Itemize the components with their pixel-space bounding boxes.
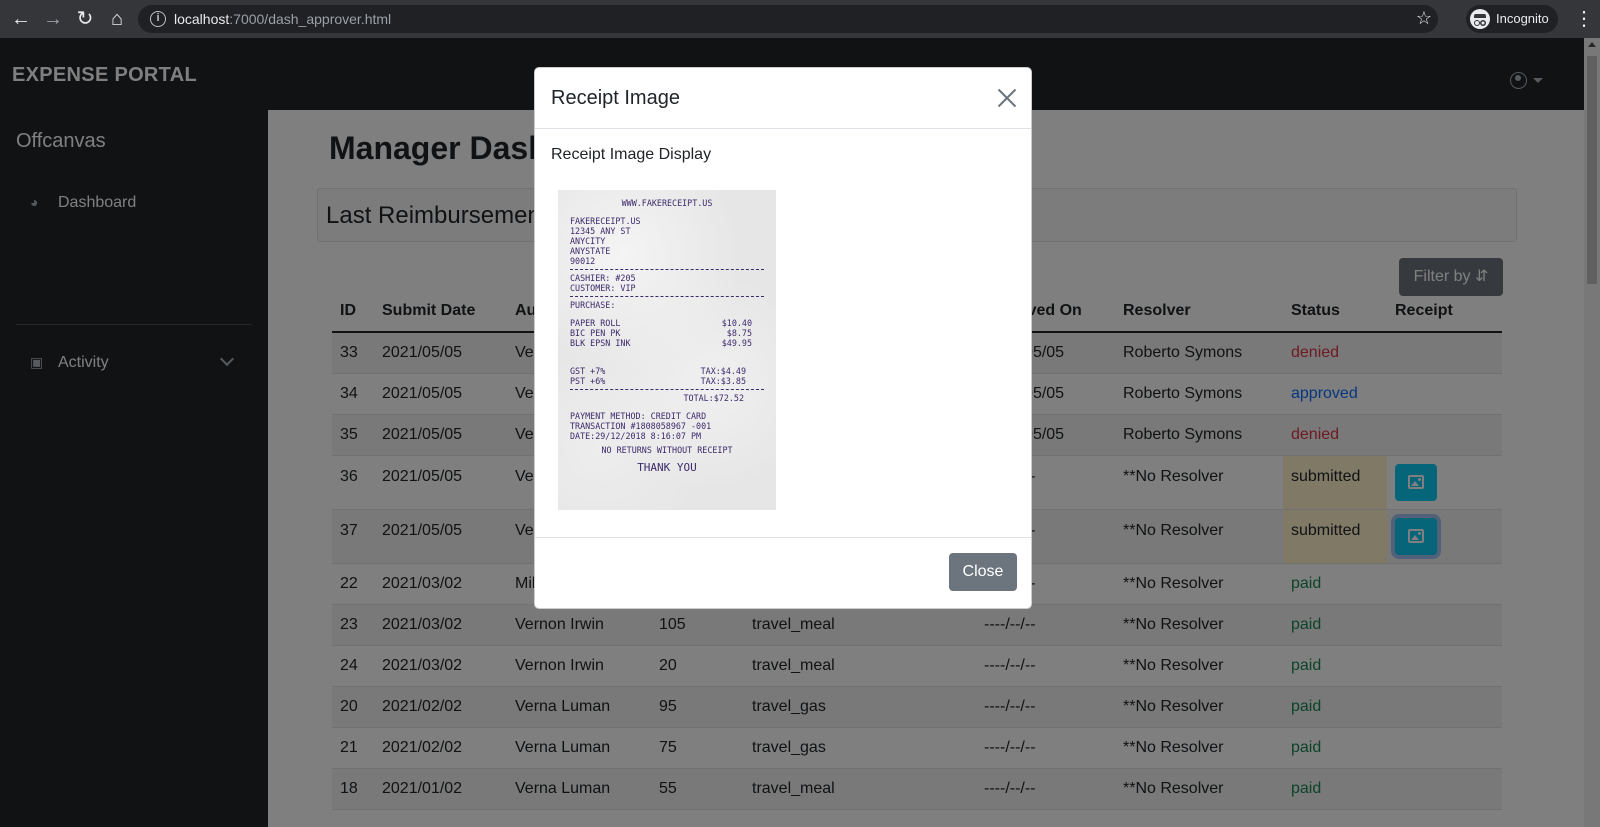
receipt-purchase-label: PURCHASE:	[570, 300, 616, 310]
receipt-taxes: GST +7% TAX:$4.49 PST +6% TAX:$3.85	[570, 366, 764, 386]
modal-body-text: Receipt Image Display	[551, 146, 712, 163]
receipt-address: FAKERECEIPT.US 12345 ANY ST ANYCITY ANYS…	[570, 216, 764, 266]
receipt-address-line: ANYSTATE	[570, 246, 611, 256]
receipt-tax-name: PST +6%	[570, 376, 606, 386]
receipt-divider	[570, 389, 764, 390]
receipt-payment-line: DATE:29/12/2018 8:16:07 PM	[570, 431, 702, 441]
address-bar[interactable]: i localhost:7000/dash_approver.html ☆	[138, 5, 1438, 33]
receipt-item-name: BIC PEN PK	[570, 328, 621, 338]
receipt-divider	[570, 269, 764, 270]
receipt-cashier: CASHIER: #205	[570, 273, 636, 283]
receipt-item: BLK EPSN INK $49.95	[570, 338, 764, 348]
receipt-payment-line: PAYMENT METHOD: CREDIT CARD	[570, 411, 707, 421]
receipt-divider	[570, 296, 764, 297]
browser-menu-icon[interactable]: ⋮	[1574, 6, 1594, 32]
incognito-label: Incognito	[1496, 11, 1549, 26]
url-path: :7000/dash_approver.html	[229, 11, 392, 27]
modal-header: Receipt Image	[535, 68, 1031, 129]
receipt-tax-value: TAX:$3.85	[700, 376, 746, 386]
receipt-modal: Receipt Image Receipt Image Display WWW.…	[534, 67, 1032, 609]
close-button[interactable]: Close	[949, 553, 1017, 591]
receipt-item-price: $49.95	[721, 338, 752, 348]
receipt-item-name: PAPER ROLL	[570, 318, 621, 328]
receipt-tax-name: GST +7%	[570, 366, 606, 376]
back-icon[interactable]: ←	[8, 6, 34, 32]
incognito-badge[interactable]: Incognito	[1466, 5, 1558, 33]
receipt-address-line: 12345 ANY ST	[570, 226, 631, 236]
receipt-thanks: THANK YOU	[637, 461, 697, 474]
receipt-no-returns: NO RETURNS WITHOUT RECEIPT	[601, 445, 733, 455]
url-text[interactable]: localhost:7000/dash_approver.html	[174, 11, 391, 27]
receipt-payment-line: TRANSACTION #1808058967 -001	[570, 421, 712, 431]
receipt-site: WWW.FAKERECEIPT.US	[621, 198, 713, 208]
url-host: localhost	[174, 11, 230, 27]
incognito-icon	[1470, 9, 1490, 29]
receipt-address-line: 90012	[570, 256, 596, 266]
close-icon[interactable]	[997, 88, 1017, 108]
reload-icon[interactable]: ↻	[72, 6, 98, 32]
receipt-address-line: FAKERECEIPT.US	[570, 216, 641, 226]
receipt-items: PAPER ROLL $10.40 BIC PEN PK $8.75 BLK EPS…	[570, 318, 764, 348]
receipt-item-name: BLK EPSN INK	[570, 338, 631, 348]
receipt-item-price: $8.75	[726, 328, 752, 338]
home-icon[interactable]: ⌂	[104, 6, 130, 32]
browser-toolbar: ← → ↻ ⌂ i localhost:7000/dash_approver.h…	[0, 0, 1600, 38]
receipt-tax-value: TAX:$4.49	[700, 366, 746, 376]
receipt-item-price: $10.40	[721, 318, 752, 328]
receipt-customer: CUSTOMER: VIP	[570, 283, 636, 293]
receipt-tax: PST +6% TAX:$3.85	[570, 376, 764, 386]
receipt-tax: GST +7% TAX:$4.49	[570, 366, 764, 376]
bookmark-star-icon[interactable]: ☆	[1416, 8, 1432, 29]
receipt-item: BIC PEN PK $8.75	[570, 328, 764, 338]
receipt-image: WWW.FAKERECEIPT.US FAKERECEIPT.US 12345 …	[558, 190, 776, 510]
receipt-total: TOTAL:$72.52	[683, 393, 744, 403]
site-info-icon[interactable]: i	[150, 11, 166, 27]
receipt-address-line: ANYCITY	[570, 236, 606, 246]
receipt-item: PAPER ROLL $10.40	[570, 318, 764, 328]
modal-footer-divider	[535, 537, 1031, 538]
receipt-payment: PAYMENT METHOD: CREDIT CARD TRANSACTION …	[570, 411, 764, 441]
forward-icon[interactable]: →	[40, 6, 66, 32]
modal-title: Receipt Image	[551, 87, 680, 109]
